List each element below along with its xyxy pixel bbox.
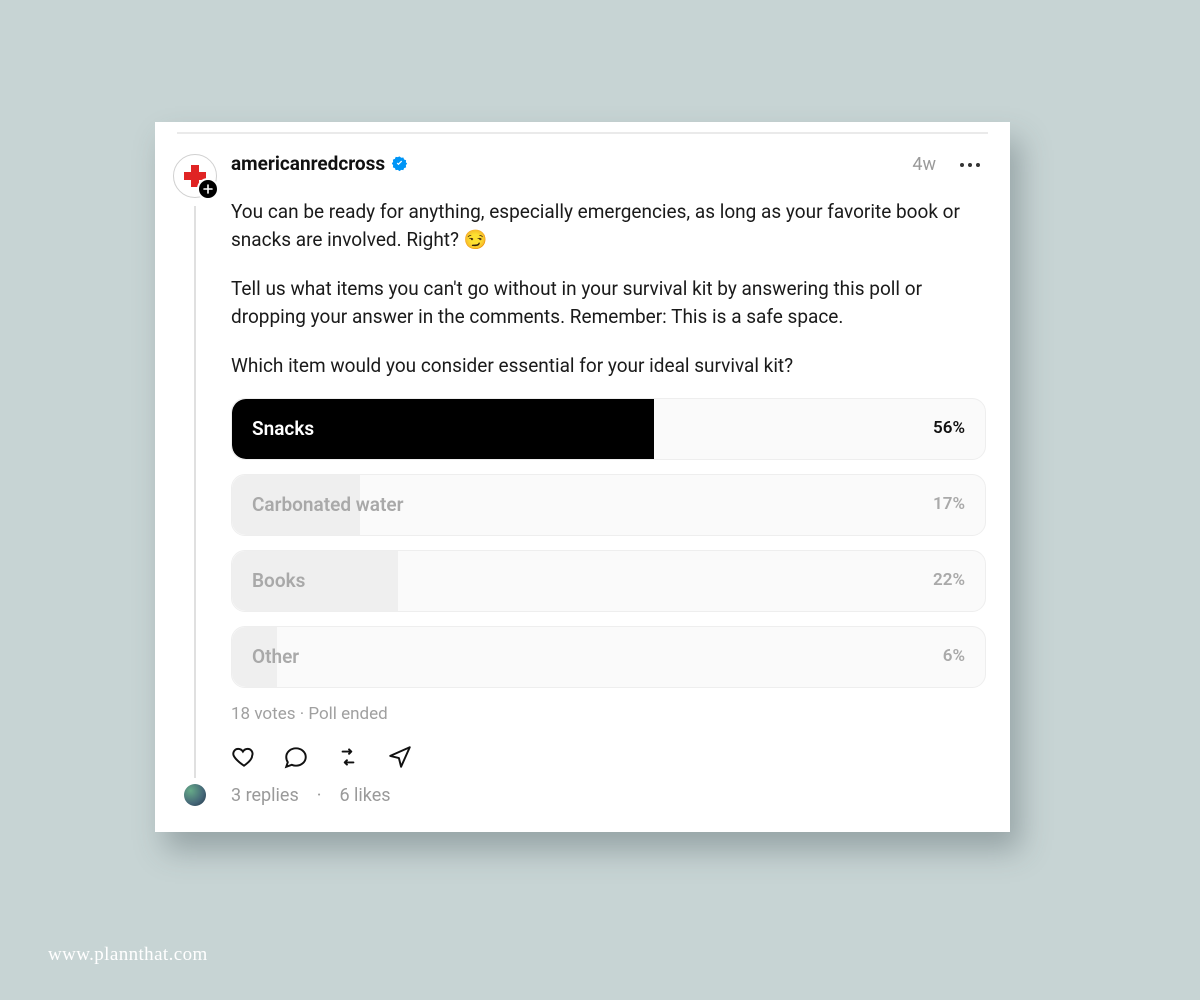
plus-icon — [203, 184, 213, 194]
post-text: You can be ready for anything, especiall… — [231, 198, 986, 380]
poll-percent: 6% — [943, 644, 965, 669]
poll-option[interactable]: Carbonated water 17% — [231, 474, 986, 536]
post-card: americanredcross 4w You can be ready — [155, 122, 1010, 832]
poll-label: Books — [232, 567, 305, 595]
poll-percent: 56% — [933, 416, 965, 441]
action-row — [231, 740, 986, 778]
reply-avatar-stack[interactable] — [173, 784, 217, 806]
thread-content: You can be ready for anything, especiall… — [217, 198, 986, 778]
separator: · — [313, 785, 326, 806]
poll-option[interactable]: Books 22% — [231, 550, 986, 612]
username[interactable]: americanredcross — [231, 152, 385, 175]
poll-meta: 18 votes · Poll ended — [231, 702, 986, 727]
post-paragraph: Tell us what items you can't go without … — [231, 275, 986, 330]
post-timestamp: 4w — [912, 154, 936, 175]
comment-icon — [283, 744, 309, 770]
post-head-right: 4w — [912, 152, 986, 175]
post-paragraph: You can be ready for anything, especiall… — [231, 198, 986, 253]
post-footer: 3 replies · 6 likes — [155, 778, 1010, 806]
repost-button[interactable] — [335, 744, 361, 770]
verified-icon — [391, 155, 408, 172]
poll-label: Carbonated water — [232, 491, 403, 519]
avatar[interactable] — [173, 154, 217, 198]
heart-icon — [231, 744, 257, 770]
reply-avatar — [184, 784, 206, 806]
share-button[interactable] — [387, 744, 413, 770]
post-head-main: americanredcross — [231, 152, 912, 175]
send-icon — [387, 744, 413, 770]
poll-option[interactable]: Other 6% — [231, 626, 986, 688]
poll-percent: 17% — [933, 492, 965, 517]
poll-option[interactable]: Snacks 56% — [231, 398, 986, 460]
thread-area: You can be ready for anything, especiall… — [155, 198, 1010, 778]
poll-label: Other — [232, 643, 299, 671]
poll-question: Which item would you consider essential … — [231, 352, 986, 380]
poll: Snacks 56% Carbonated water 17% Books 22… — [231, 398, 986, 688]
repost-icon — [335, 744, 361, 770]
more-options-button[interactable] — [954, 157, 986, 173]
thread-rail — [173, 198, 217, 778]
likes-link[interactable]: 6 likes — [339, 785, 390, 806]
replies-link[interactable]: 3 replies — [231, 785, 299, 806]
add-story-badge[interactable] — [197, 178, 219, 200]
like-button[interactable] — [231, 744, 257, 770]
poll-label: Snacks — [232, 415, 314, 443]
post-header: americanredcross 4w — [155, 134, 1010, 198]
comment-button[interactable] — [283, 744, 309, 770]
thread-line — [194, 206, 196, 778]
watermark: www.plannthat.com — [48, 944, 208, 966]
username-row: americanredcross — [231, 152, 912, 175]
poll-percent: 22% — [933, 568, 965, 593]
